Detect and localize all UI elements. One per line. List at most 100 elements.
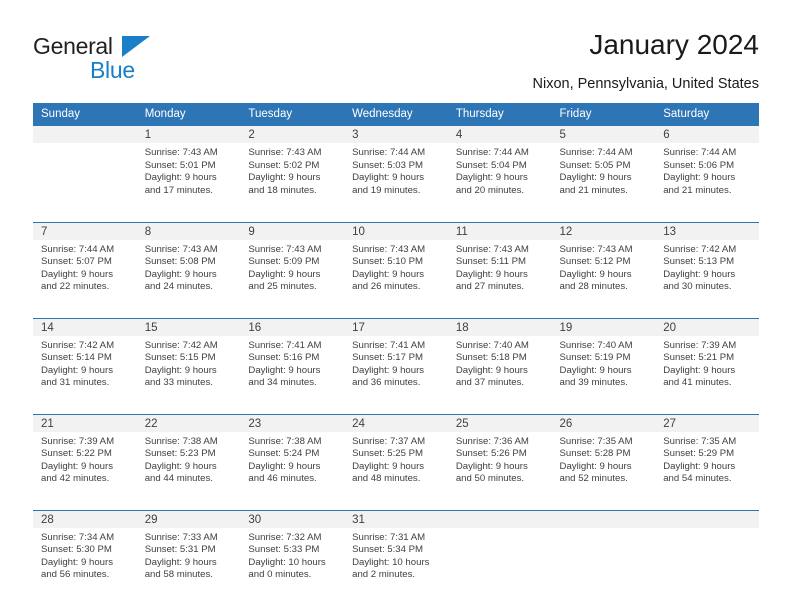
weekday-header-friday: Friday: [551, 103, 656, 126]
daylight-text-line2: and 41 minutes.: [663, 377, 732, 389]
calendar-day-cell[interactable]: 25 Sunrise: 7:36 AM Sunset: 5:26 PM Dayligh…: [447, 413, 552, 504]
calendar-day-cell-empty: [655, 509, 759, 600]
calendar-day-cell[interactable]: 20 Sunrise: 7:39 AM Sunset: 5:21 PM Dayligh…: [655, 317, 759, 408]
calendar-day-cell[interactable]: 8 Sunrise: 7:43 AM Sunset: 5:08 PM Daylight…: [136, 221, 241, 312]
sunrise-text: Sunrise: 7:43 AM: [455, 243, 529, 255]
calendar-day-cell[interactable]: 4 Sunrise: 7:44 AM Sunset: 5:04 PM Daylight…: [447, 126, 552, 216]
calendar-day-cell-empty: [33, 126, 137, 216]
daylight-text-line1: Daylight: 9 hours: [663, 460, 736, 472]
calendar-day-cell[interactable]: 23 Sunrise: 7:38 AM Sunset: 5:24 PM Dayligh…: [240, 413, 345, 504]
day-number: 6: [655, 126, 759, 143]
daylight-text-line2: and 0 minutes.: [248, 569, 312, 581]
sunrise-text: Sunrise: 7:40 AM: [559, 339, 633, 351]
calendar-day-cell[interactable]: 17 Sunrise: 7:41 AM Sunset: 5:17 PM Dayligh…: [344, 317, 448, 408]
generalblue-logo[interactable]: General Blue: [33, 33, 163, 83]
day-sun-info: Sunrise: 7:44 AM Sunset: 5:07 PM Daylight:…: [33, 240, 137, 294]
calendar-day-cell[interactable]: 16 Sunrise: 7:41 AM Sunset: 5:16 PM Dayligh…: [240, 317, 345, 408]
day-sun-info: Sunrise: 7:40 AM Sunset: 5:19 PM Daylight:…: [552, 336, 656, 390]
day-sun-info: Sunrise: 7:31 AM Sunset: 5:34 PM Daylight:…: [344, 528, 448, 582]
calendar-day-cell[interactable]: 10 Sunrise: 7:43 AM Sunset: 5:10 PM Dayligh…: [344, 221, 448, 312]
calendar-day-cell[interactable]: 5 Sunrise: 7:44 AM Sunset: 5:05 PM Daylight…: [551, 126, 656, 216]
weekday-header-wednesday: Wednesday: [344, 103, 448, 126]
day-number: 7: [33, 222, 137, 240]
sunrise-text: Sunrise: 7:40 AM: [455, 339, 529, 351]
day-sun-info: Sunrise: 7:39 AM Sunset: 5:21 PM Daylight:…: [655, 336, 759, 390]
sunset-text: Sunset: 5:07 PM: [41, 256, 112, 268]
weekday-header-saturday: Saturday: [655, 103, 759, 126]
day-sun-info: [33, 143, 137, 147]
daylight-text-line1: Daylight: 9 hours: [663, 364, 736, 376]
sunrise-text: Sunrise: 7:32 AM: [248, 531, 322, 543]
calendar-day-cell[interactable]: 21 Sunrise: 7:39 AM Sunset: 5:22 PM Dayligh…: [33, 413, 137, 504]
calendar-day-cell[interactable]: 28 Sunrise: 7:34 AM Sunset: 5:30 PM Dayligh…: [33, 509, 137, 600]
sunrise-text: Sunrise: 7:44 AM: [559, 147, 633, 158]
day-number: 10: [344, 222, 448, 240]
day-number: 19: [551, 318, 656, 336]
calendar-day-cell[interactable]: 9 Sunrise: 7:43 AM Sunset: 5:09 PM Daylight…: [240, 221, 345, 312]
day-sun-info: Sunrise: 7:34 AM Sunset: 5:30 PM Daylight:…: [33, 528, 137, 582]
daylight-text-line1: Daylight: 9 hours: [248, 460, 321, 472]
sunrise-text: Sunrise: 7:41 AM: [352, 339, 426, 351]
calendar-day-cell[interactable]: 19 Sunrise: 7:40 AM Sunset: 5:19 PM Dayligh…: [551, 317, 656, 408]
sunrise-text: Sunrise: 7:38 AM: [248, 435, 322, 447]
day-number: 4: [447, 126, 552, 143]
daylight-text-line2: and 46 minutes.: [248, 473, 317, 485]
sunrise-text: Sunrise: 7:35 AM: [663, 435, 737, 447]
sunrise-text: Sunrise: 7:39 AM: [41, 435, 115, 447]
daylight-text-line2: and 33 minutes.: [144, 377, 213, 389]
daylight-text-line2: and 56 minutes.: [41, 569, 110, 581]
calendar-day-cell[interactable]: 31 Sunrise: 7:31 AM Sunset: 5:34 PM Dayligh…: [344, 509, 448, 600]
sunset-text: Sunset: 5:21 PM: [663, 352, 735, 364]
calendar-day-cell-empty: [551, 509, 656, 600]
calendar-day-cell[interactable]: 29 Sunrise: 7:33 AM Sunset: 5:31 PM Dayligh…: [136, 509, 241, 600]
calendar-day-cell[interactable]: 15 Sunrise: 7:42 AM Sunset: 5:15 PM Dayligh…: [136, 317, 241, 408]
calendar-day-cell[interactable]: 13 Sunrise: 7:42 AM Sunset: 5:13 PM Dayligh…: [655, 221, 759, 312]
calendar-grid: Sunday Monday Tuesday Wednesday Thursday…: [33, 103, 759, 600]
calendar-day-cell[interactable]: 1 Sunrise: 7:43 AM Sunset: 5:01 PM Daylight…: [136, 126, 241, 216]
day-sun-info: Sunrise: 7:35 AM Sunset: 5:29 PM Daylight:…: [655, 432, 759, 486]
day-number: 13: [655, 222, 759, 240]
calendar-day-cell[interactable]: 3 Sunrise: 7:44 AM Sunset: 5:03 PM Daylight…: [344, 126, 448, 216]
day-number: 18: [447, 318, 552, 336]
weekday-header-sunday: Sunday: [33, 103, 137, 126]
sunset-text: Sunset: 5:25 PM: [352, 448, 424, 460]
day-number: 26: [551, 414, 656, 432]
sunrise-text: Sunrise: 7:38 AM: [144, 435, 218, 447]
calendar-week-row: 7 Sunrise: 7:44 AM Sunset: 5:07 PM Daylight…: [33, 221, 759, 312]
calendar-day-cell[interactable]: 6 Sunrise: 7:44 AM Sunset: 5:06 PM Daylight…: [655, 126, 759, 216]
daylight-text-line1: Daylight: 9 hours: [41, 556, 113, 568]
sunrise-text: Sunrise: 7:44 AM: [41, 243, 115, 255]
daylight-text-line2: and 44 minutes.: [144, 473, 213, 485]
sunrise-text: Sunrise: 7:44 AM: [455, 147, 529, 158]
daylight-text-line1: Daylight: 9 hours: [663, 268, 736, 280]
calendar-day-cell[interactable]: 24 Sunrise: 7:37 AM Sunset: 5:25 PM Dayligh…: [344, 413, 448, 504]
day-number: 29: [136, 510, 241, 528]
sunrise-text: Sunrise: 7:34 AM: [41, 531, 115, 543]
logo-text-general: General: [33, 33, 113, 59]
daylight-text-line2: and 58 minutes.: [144, 569, 213, 581]
calendar-day-cell[interactable]: 26 Sunrise: 7:35 AM Sunset: 5:28 PM Dayligh…: [551, 413, 656, 504]
calendar-day-cell[interactable]: 18 Sunrise: 7:40 AM Sunset: 5:18 PM Dayligh…: [447, 317, 552, 408]
day-number: 16: [240, 318, 345, 336]
calendar-day-cell[interactable]: 2 Sunrise: 7:43 AM Sunset: 5:02 PM Daylight…: [240, 126, 345, 216]
day-sun-info: Sunrise: 7:44 AM Sunset: 5:05 PM Daylight:…: [552, 143, 656, 197]
calendar-day-cell[interactable]: 30 Sunrise: 7:32 AM Sunset: 5:33 PM Dayligh…: [240, 509, 345, 600]
calendar-day-cell[interactable]: 22 Sunrise: 7:38 AM Sunset: 5:23 PM Dayligh…: [136, 413, 241, 504]
day-sun-info: Sunrise: 7:32 AM Sunset: 5:33 PM Daylight:…: [240, 528, 344, 582]
sunset-text: Sunset: 5:26 PM: [455, 448, 527, 460]
calendar-day-cell[interactable]: 7 Sunrise: 7:44 AM Sunset: 5:07 PM Daylight…: [33, 221, 137, 312]
calendar-day-cell[interactable]: 12 Sunrise: 7:43 AM Sunset: 5:12 PM Dayligh…: [551, 221, 656, 312]
day-number: [33, 126, 137, 143]
weekday-header-monday: Monday: [136, 103, 241, 126]
daylight-text-line2: and 36 minutes.: [352, 377, 421, 389]
day-number: 28: [33, 510, 137, 528]
daylight-text-line1: Daylight: 9 hours: [41, 268, 113, 280]
daylight-text-line2: and 42 minutes.: [41, 473, 110, 485]
calendar-day-cell[interactable]: 11 Sunrise: 7:43 AM Sunset: 5:11 PM Dayligh…: [447, 221, 552, 312]
sunrise-text: Sunrise: 7:42 AM: [41, 339, 115, 351]
day-number: 22: [136, 414, 241, 432]
sunrise-text: Sunrise: 7:43 AM: [352, 243, 426, 255]
calendar-day-cell[interactable]: 27 Sunrise: 7:35 AM Sunset: 5:29 PM Dayligh…: [655, 413, 759, 504]
calendar-day-cell[interactable]: 14 Sunrise: 7:42 AM Sunset: 5:14 PM Dayligh…: [33, 317, 137, 408]
day-number: 1: [136, 126, 241, 143]
